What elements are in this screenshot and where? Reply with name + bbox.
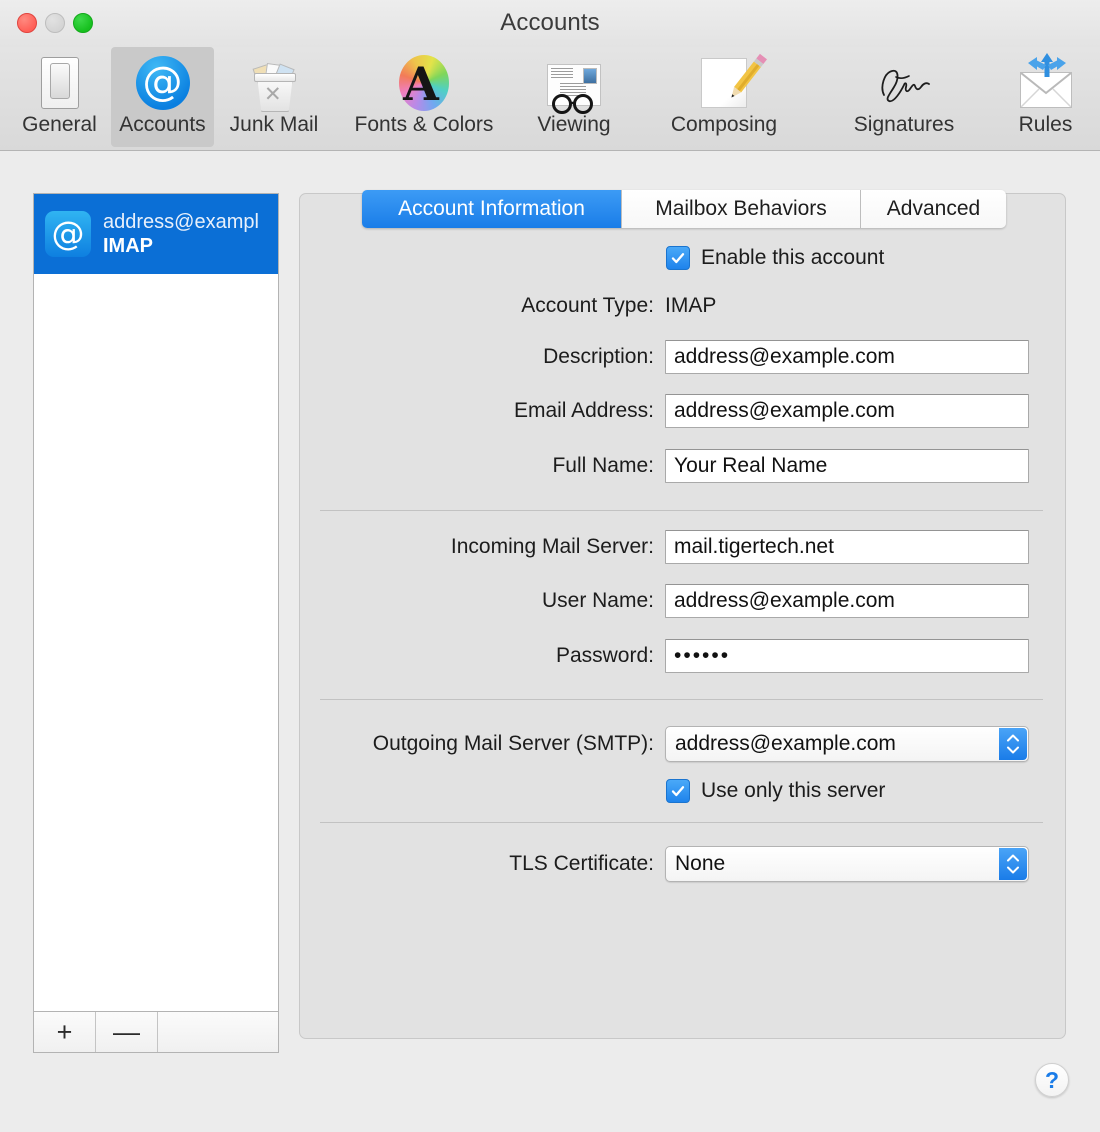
full-name-row: Full Name: Your Real Name [320, 449, 1030, 483]
accounts-list[interactable]: @ address@exampl IMAP [33, 193, 279, 1012]
user-name-input[interactable]: address@example.com [665, 584, 1029, 618]
outgoing-server-row: Outgoing Mail Server (SMTP): address@exa… [320, 726, 1030, 762]
account-list-item[interactable]: @ address@exampl IMAP [34, 194, 278, 274]
toolbar-item-viewing[interactable]: Viewing [514, 47, 634, 147]
at-sign-icon: @ [131, 51, 195, 115]
incoming-server-input[interactable]: mail.tigertech.net [665, 530, 1029, 564]
toolbar-item-general[interactable]: General [8, 47, 111, 147]
tls-certificate-popup[interactable]: None [665, 846, 1029, 882]
section-divider-1 [320, 510, 1043, 511]
account-item-text: address@exampl IMAP [103, 210, 259, 258]
tls-certificate-label: TLS Certificate: [320, 852, 654, 876]
at-sign-icon: @ [45, 211, 91, 257]
preferences-toolbar: General @ Accounts ✕ Junk Mail [0, 47, 1100, 151]
signature-icon [872, 51, 936, 115]
tab-mailbox-behaviors[interactable]: Mailbox Behaviors [622, 190, 861, 228]
toolbar-label-composing: Composing [671, 113, 777, 137]
description-label: Description: [320, 345, 654, 369]
enable-account-checkbox[interactable] [666, 246, 690, 270]
description-input[interactable]: address@example.com [665, 340, 1029, 374]
use-only-this-server-checkbox[interactable] [666, 779, 690, 803]
preferences-content: @ address@exampl IMAP + — Account Inform… [0, 151, 1100, 1132]
description-row: Description: address@example.com [320, 340, 1030, 374]
color-wheel-a-icon: A [392, 51, 456, 115]
tls-certificate-row: TLS Certificate: None [320, 846, 1030, 882]
window-title: Accounts [0, 9, 1100, 37]
use-only-this-server-label: Use only this server [701, 779, 885, 803]
toolbar-label-rules: Rules [1019, 113, 1073, 137]
list-footer-spacer [158, 1012, 278, 1052]
toolbar-item-signatures[interactable]: Signatures [814, 47, 994, 147]
account-type-value: IMAP [665, 294, 716, 318]
outgoing-server-value: address@example.com [675, 732, 896, 756]
section-divider-2 [320, 699, 1043, 700]
account-item-type: IMAP [103, 234, 259, 258]
pencil-paper-icon [692, 51, 756, 115]
enable-account-label: Enable this account [701, 246, 884, 270]
tls-certificate-value: None [675, 852, 725, 876]
help-button[interactable]: ? [1035, 1063, 1069, 1097]
user-name-label: User Name: [320, 589, 654, 613]
account-type-row: Account Type: IMAP [320, 294, 1030, 318]
checkmark-icon [670, 250, 686, 266]
toolbar-item-accounts[interactable]: @ Accounts [111, 47, 214, 147]
checkmark-icon [670, 783, 686, 799]
eyeglasses-mail-icon [542, 51, 606, 115]
toolbar-item-junk-mail[interactable]: ✕ Junk Mail [214, 47, 334, 147]
window-titlebar: Accounts [0, 0, 1100, 47]
password-input[interactable]: •••••• [665, 639, 1029, 673]
account-type-label: Account Type: [320, 294, 654, 318]
chevron-updown-icon[interactable] [999, 848, 1027, 880]
full-name-input[interactable]: Your Real Name [665, 449, 1029, 483]
email-address-label: Email Address: [320, 399, 654, 423]
toolbar-label-signatures: Signatures [854, 113, 954, 137]
toolbar-label-general: General [22, 113, 97, 137]
preferences-window: Accounts General @ Accounts [0, 0, 1100, 1132]
toolbar-item-fonts-colors[interactable]: A Fonts & Colors [334, 47, 514, 147]
toolbar-item-rules[interactable]: Rules [994, 47, 1097, 147]
password-row: Password: •••••• [320, 639, 1030, 673]
tab-account-information[interactable]: Account Information [362, 190, 622, 228]
outgoing-server-label: Outgoing Mail Server (SMTP): [320, 732, 654, 756]
incoming-server-label: Incoming Mail Server: [320, 535, 654, 559]
email-address-row: Email Address: address@example.com [320, 394, 1030, 428]
toolbar-label-junk-mail: Junk Mail [230, 113, 319, 137]
toolbar-label-fonts-colors: Fonts & Colors [355, 113, 494, 137]
toolbar-item-composing[interactable]: Composing [634, 47, 814, 147]
remove-account-button[interactable]: — [96, 1012, 158, 1052]
accounts-list-footer: + — [33, 1012, 279, 1053]
settings-tab-bar: Account Information Mailbox Behaviors Ad… [362, 190, 1006, 228]
chevron-updown-icon[interactable] [999, 728, 1027, 760]
enable-account-row[interactable]: Enable this account [666, 246, 884, 270]
section-divider-3 [320, 822, 1043, 823]
full-name-label: Full Name: [320, 454, 654, 478]
account-item-name: address@exampl [103, 210, 259, 234]
trash-can-icon: ✕ [242, 51, 306, 115]
toolbar-label-accounts: Accounts [119, 113, 205, 137]
password-label: Password: [320, 644, 654, 668]
envelope-arrows-icon [1014, 51, 1078, 115]
incoming-server-row: Incoming Mail Server: mail.tigertech.net [320, 530, 1030, 564]
add-account-button[interactable]: + [34, 1012, 96, 1052]
user-name-row: User Name: address@example.com [320, 584, 1030, 618]
outgoing-server-popup[interactable]: address@example.com [665, 726, 1029, 762]
use-only-this-server-row[interactable]: Use only this server [666, 779, 885, 803]
tab-advanced[interactable]: Advanced [861, 190, 1006, 228]
toolbar-label-viewing: Viewing [537, 113, 610, 137]
toggle-switch-icon [28, 51, 92, 115]
email-address-input[interactable]: address@example.com [665, 394, 1029, 428]
